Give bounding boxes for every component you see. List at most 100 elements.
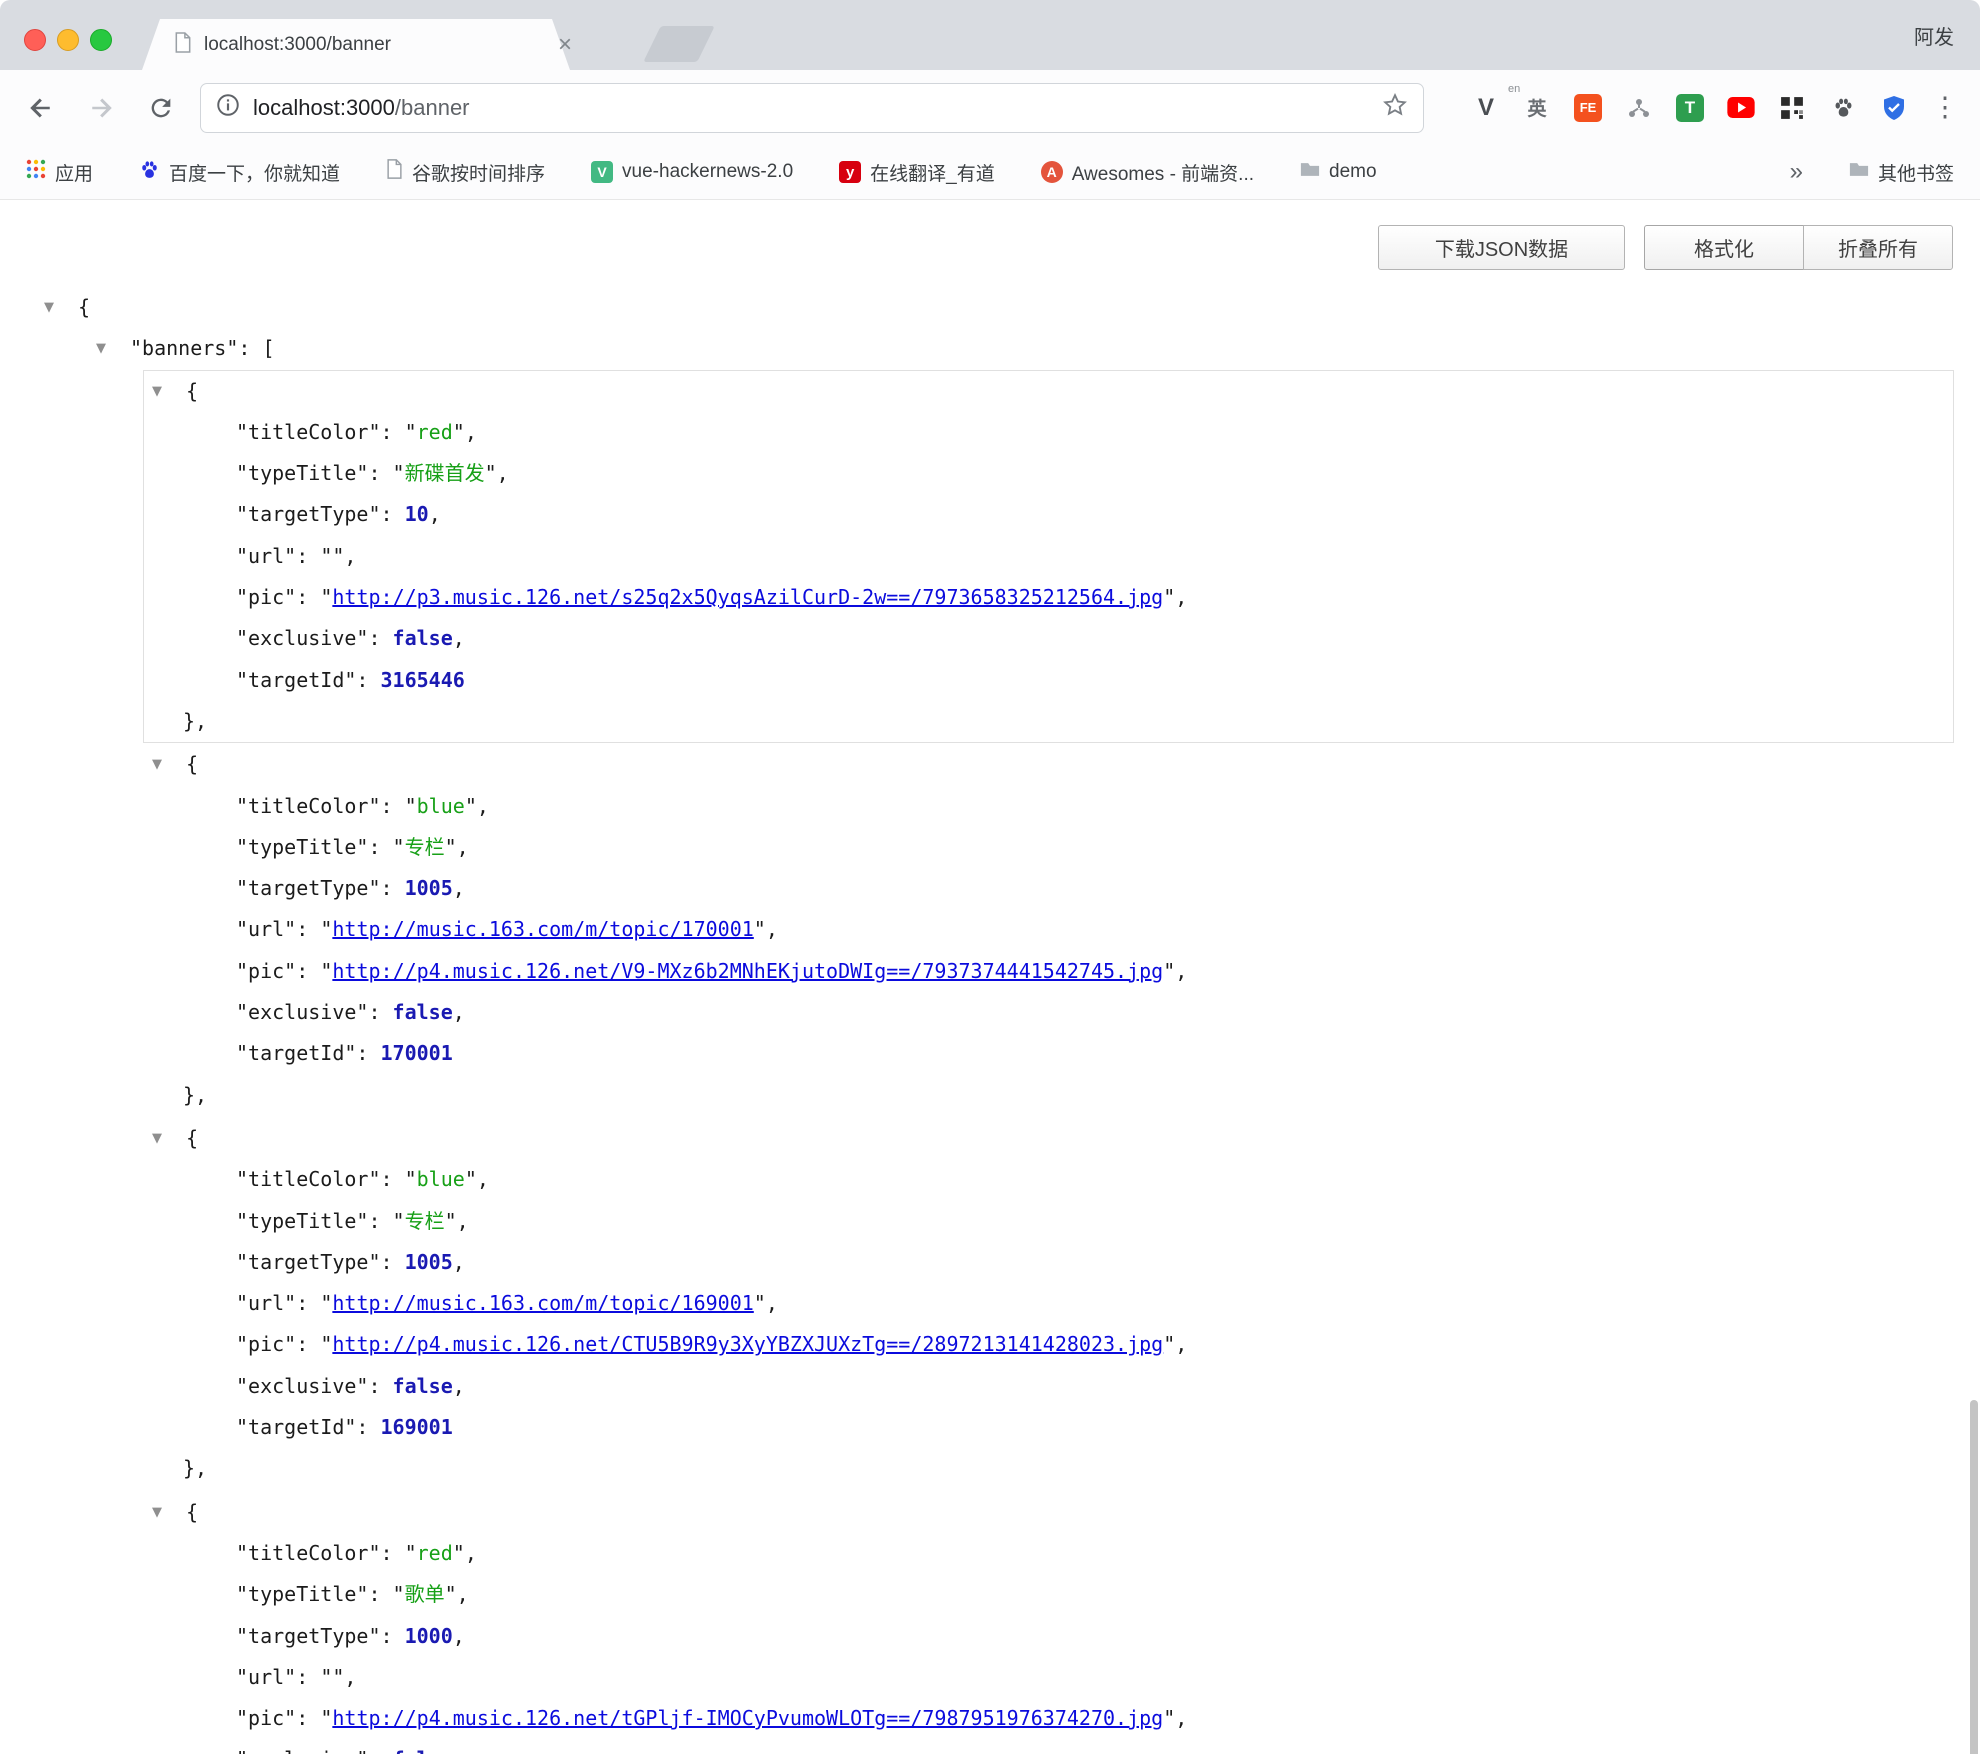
active-tab-content[interactable]: localhost:3000/banner × (160, 19, 588, 70)
json-url-link[interactable]: http://p4.music.126.net/CTU5B9R9y3XyYBZX… (332, 1332, 1163, 1356)
json-quote: " (320, 585, 332, 609)
json-punctuation: , (453, 876, 465, 900)
json-banner-object: ▼{"titleColor": "red","typeTitle": "新碟首发… (143, 370, 1954, 744)
json-punctuation: { (186, 1500, 198, 1524)
browser-menu-icon[interactable]: ⋮ (1928, 91, 1962, 125)
translate-extension-icon[interactable]: en英 (1520, 91, 1554, 125)
folder-icon (1849, 161, 1869, 184)
bookmark-youdao[interactable]: y 在线翻译_有道 (839, 159, 995, 186)
json-url-link[interactable]: http://music.163.com/m/topic/169001 (332, 1291, 753, 1315)
bookmark-other-bookmarks[interactable]: 其他书签 (1849, 159, 1954, 186)
json-quote: " (405, 1541, 417, 1565)
collapse-toggle-icon[interactable]: ▼ (152, 371, 186, 412)
json-punctuation: : (296, 1332, 320, 1356)
youtube-extension-icon[interactable] (1724, 91, 1758, 125)
tampermonkey-extension-icon[interactable]: T (1673, 91, 1707, 125)
json-punctuation: }, (183, 1083, 207, 1107)
json-punctuation: : (296, 544, 320, 568)
tab-close-icon[interactable]: × (552, 33, 578, 57)
json-punctuation: , (1175, 585, 1187, 609)
collapse-toggle-icon[interactable]: ▼ (152, 1118, 186, 1159)
back-button[interactable] (16, 83, 66, 133)
json-punctuation: : (368, 1747, 392, 1754)
json-line: "titleColor": "blue", (144, 1159, 1953, 1200)
qr-code-extension-icon[interactable] (1775, 91, 1809, 125)
org-chart-extension-icon[interactable] (1622, 91, 1656, 125)
collapse-toggle-icon[interactable]: ▼ (96, 328, 130, 369)
json-banner-object: ▼{"titleColor": "blue","typeTitle": "专栏"… (143, 743, 1954, 1117)
fullscreen-window-button[interactable] (90, 29, 112, 51)
close-window-button[interactable] (24, 29, 46, 51)
security-shield-extension-icon[interactable] (1877, 91, 1911, 125)
collapse-toggle-icon[interactable]: ▼ (152, 1492, 186, 1533)
bookmark-google-sort[interactable]: 谷歌按时间排序 (386, 159, 545, 186)
json-url-link[interactable]: http://p4.music.126.net/V9-MXz6b2MNhEKju… (332, 959, 1163, 983)
json-quote: " (320, 544, 332, 568)
json-quote: " (393, 1582, 405, 1606)
json-key: "exclusive" (236, 1000, 368, 1024)
fehelper-extension-icon[interactable]: FE (1571, 91, 1605, 125)
json-key: "pic" (236, 959, 296, 983)
youdao-icon: y (839, 161, 861, 183)
url-text[interactable]: localhost:3000/banner (253, 95, 1381, 121)
scrollbar-thumb[interactable] (1970, 1400, 1978, 1754)
json-quote: " (320, 917, 332, 941)
json-punctuation: : (368, 1000, 392, 1024)
bookmark-apps[interactable]: 应用 (26, 159, 93, 186)
json-key: "url" (236, 1665, 296, 1689)
json-quote: " (453, 1541, 465, 1565)
collapse-toggle-icon[interactable]: ▼ (152, 744, 186, 785)
json-quote: " (393, 461, 405, 485)
bookmark-star-icon[interactable] (1381, 91, 1409, 124)
bookmark-awesomes[interactable]: A Awesomes - 前端资... (1041, 159, 1254, 186)
json-quote: " (754, 917, 766, 941)
reload-button[interactable] (136, 83, 186, 133)
bookmark-baidu[interactable]: 百度一下，你就知道 (139, 159, 340, 186)
json-url-link[interactable]: http://p4.music.126.net/tGPljf-IMOCyPvum… (332, 1706, 1163, 1730)
format-button[interactable]: 格式化 (1644, 225, 1804, 270)
json-line: "titleColor": "blue", (144, 786, 1953, 827)
json-punctuation: }, (183, 709, 207, 733)
json-punctuation: : (356, 668, 380, 692)
minimize-window-button[interactable] (57, 29, 79, 51)
json-punctuation: , (477, 1167, 489, 1191)
json-quote: " (465, 1167, 477, 1191)
json-viewer: ▼{ ▼"banners": [ ▼{"titleColor": "red","… (0, 287, 1980, 1754)
json-punctuation: : (381, 1624, 405, 1648)
vimium-extension-icon[interactable]: V (1469, 91, 1503, 125)
json-line: }, (144, 1075, 1953, 1116)
json-line: "targetType": 1005, (144, 1242, 1953, 1283)
json-line: "typeTitle": "歌单", (144, 1574, 1953, 1615)
json-punctuation: : (296, 1706, 320, 1730)
extensions-strip: V en英 FE T ⋮ (1469, 91, 1966, 125)
forward-button[interactable] (76, 83, 126, 133)
bookmark-vue-hackernews[interactable]: V vue-hackernews-2.0 (591, 161, 793, 183)
bookmark-demo-folder[interactable]: demo (1300, 161, 1377, 184)
json-punctuation: , (344, 1665, 356, 1689)
json-string-value: blue (417, 794, 465, 818)
json-punctuation: , (766, 917, 778, 941)
new-tab-button[interactable] (643, 26, 715, 62)
download-json-button[interactable]: 下载JSON数据 (1378, 225, 1625, 270)
paw-extension-icon[interactable] (1826, 91, 1860, 125)
json-key: "typeTitle" (236, 1209, 368, 1233)
json-punctuation: : (381, 1541, 405, 1565)
json-line: ▼{ (144, 1118, 1953, 1159)
json-quote: " (1163, 585, 1175, 609)
json-punctuation: , (453, 1624, 465, 1648)
json-url-link[interactable]: http://p3.music.126.net/s25q2x5QyqsAzilC… (332, 585, 1163, 609)
json-punctuation: , (453, 1374, 465, 1398)
json-string-value: 专栏 (405, 835, 445, 859)
json-quote: " (320, 959, 332, 983)
bookmarks-overflow-button[interactable]: » (1790, 158, 1803, 186)
json-number-value: false (393, 1374, 453, 1398)
profile-name[interactable]: 阿发 (1914, 21, 1954, 50)
collapse-toggle-icon[interactable]: ▼ (44, 287, 78, 328)
json-url-link[interactable]: http://music.163.com/m/topic/170001 (332, 917, 753, 941)
json-number-value: 1005 (405, 876, 453, 900)
json-quote: " (445, 1582, 457, 1606)
collapse-all-button[interactable]: 折叠所有 (1803, 225, 1953, 270)
info-icon[interactable] (215, 92, 241, 123)
address-bar[interactable]: localhost:3000/banner (200, 83, 1424, 133)
json-quote: " (1163, 959, 1175, 983)
